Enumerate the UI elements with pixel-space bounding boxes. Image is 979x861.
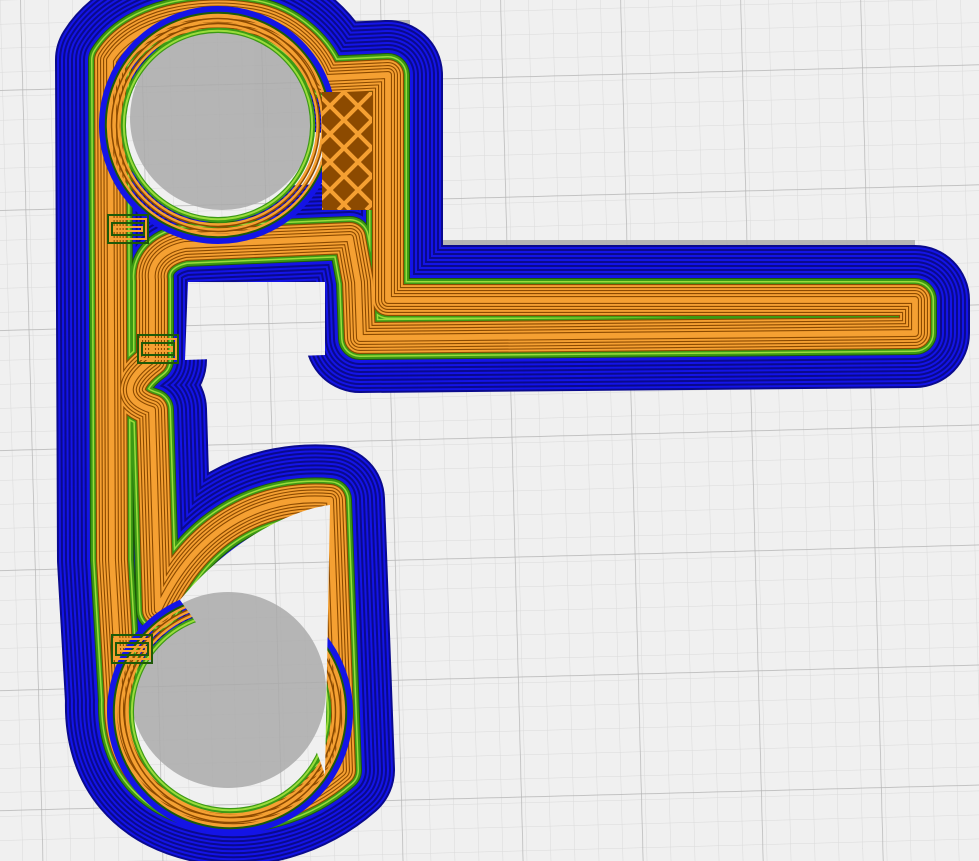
layer-preview-canvas[interactable] xyxy=(0,0,979,861)
slicer-preview-viewport[interactable] xyxy=(0,0,979,861)
